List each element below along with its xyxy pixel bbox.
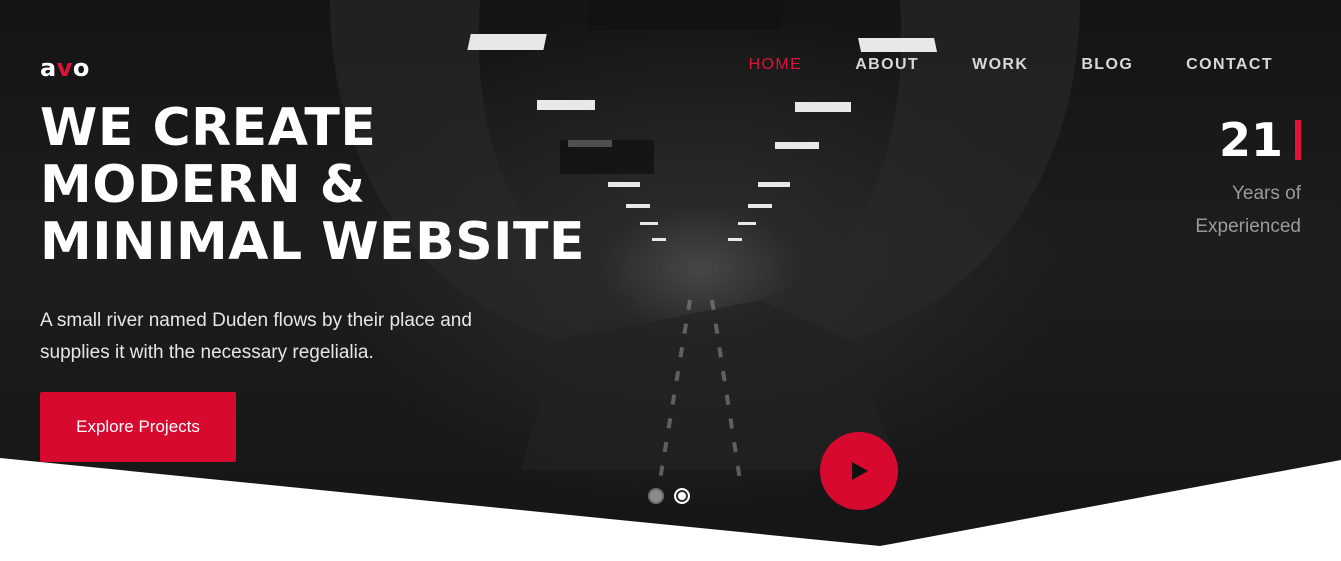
slider-dot-2[interactable] [674,488,690,504]
explore-projects-button[interactable]: Explore Projects [40,392,236,462]
tunnel-background-image [0,0,1341,561]
nav-item-contact[interactable]: CONTACT [1186,56,1273,74]
logo-suffix: o [72,54,90,82]
hero-section: avo HOME ABOUT WORK BLOG CONTACT WE CREA… [0,0,1341,561]
experience-number: 21 [1218,113,1283,167]
hero-subtext: A small river named Duden flows by their… [40,310,472,363]
experience-number-row: 21 [1195,113,1301,167]
nav-item-work[interactable]: WORK [972,56,1028,74]
slider-dot-1[interactable] [648,488,664,504]
experience-label-line-1: Years of [1231,183,1301,204]
experience-label-line-2: Experienced [1195,216,1301,237]
play-icon [852,462,868,480]
main-nav: HOME ABOUT WORK BLOG CONTACT [749,56,1273,74]
headline-line-1: WE CREATE [40,98,377,158]
nav-item-about[interactable]: ABOUT [855,56,919,74]
experience-label: Years of Experienced [1195,177,1301,243]
logo-accent: v [56,54,73,82]
experience-counter: 21 Years of Experienced [1195,113,1301,243]
hero-headline: WE CREATE MODERN & MINIMAL WEBSITE [40,100,600,271]
headline-line-2: MODERN & [40,155,366,215]
play-video-button[interactable] [820,432,898,510]
headline-line-3: MINIMAL WEBSITE [40,212,585,272]
nav-item-home[interactable]: HOME [749,56,803,74]
nav-item-blog[interactable]: BLOG [1081,56,1133,74]
experience-accent-bar [1295,120,1301,160]
logo[interactable]: avo [40,54,90,82]
logo-prefix: a [40,54,57,82]
slider-dots [648,488,690,504]
